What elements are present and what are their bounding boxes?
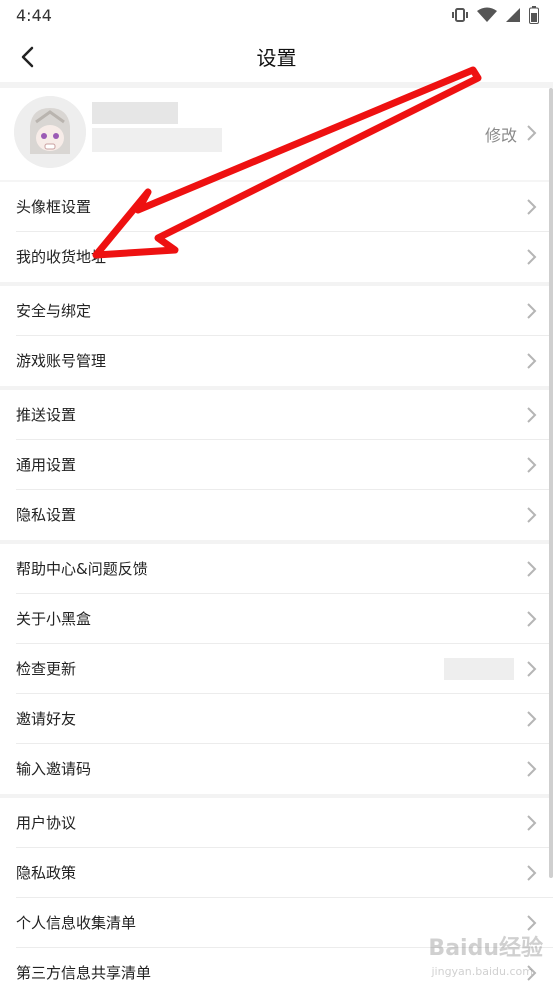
annotation-arrow — [92, 66, 482, 259]
watermark: Baidu经验 — [428, 936, 543, 961]
watermark-url: jingyan.baidu.com — [431, 965, 533, 978]
